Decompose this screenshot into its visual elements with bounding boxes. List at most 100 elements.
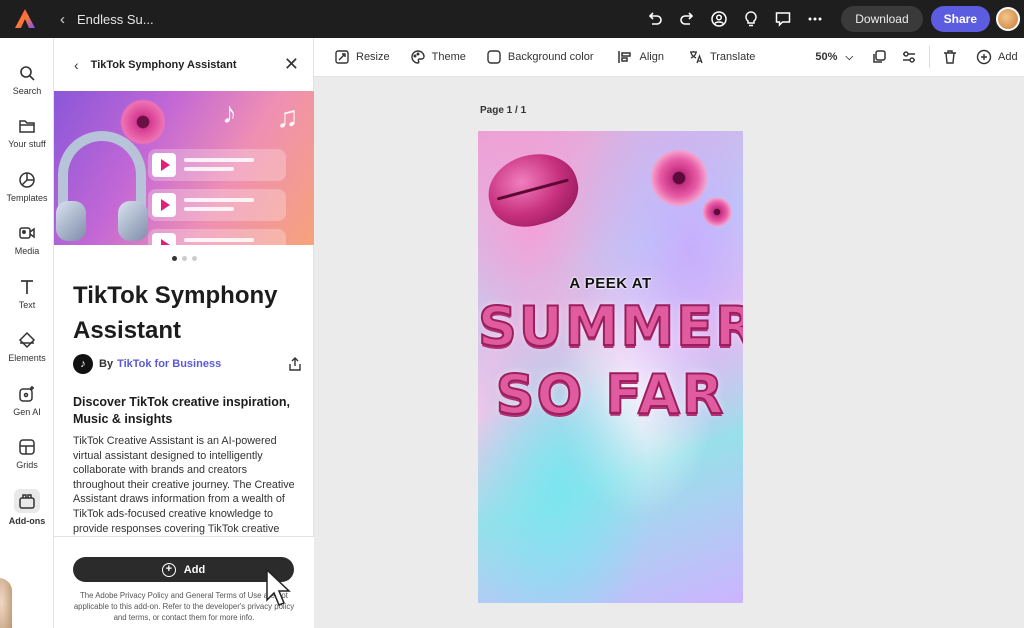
avatar[interactable] xyxy=(996,7,1020,31)
panel-title: TikTok Symphony Assistant xyxy=(90,58,237,71)
flower-graphic xyxy=(116,95,170,149)
add-label: Add xyxy=(998,51,1018,63)
description-heading: Discover TikTok creative inspiration, Mu… xyxy=(73,395,290,426)
by-label: By xyxy=(99,358,114,370)
plus-circle-icon xyxy=(976,49,992,65)
zoom-value: 50% xyxy=(815,51,838,63)
carousel-dot[interactable] xyxy=(181,256,187,261)
rail-label: Media xyxy=(14,246,40,256)
rail-label: Add-ons xyxy=(8,516,46,526)
undo-icon[interactable] xyxy=(639,3,671,35)
rail-label: Gen AI xyxy=(13,407,41,417)
align-icon xyxy=(618,51,632,63)
close-icon[interactable]: ✕ xyxy=(284,54,299,75)
comment-icon[interactable] xyxy=(767,3,799,35)
flower-sticker[interactable] xyxy=(646,145,712,211)
grids-icon xyxy=(19,439,35,455)
headline-so-far[interactable]: SO FAR xyxy=(478,362,743,427)
add-on-panel: ‹ TikTok Symphony Assistant ✕ ♪ ♫ TikTok… xyxy=(54,38,314,628)
theme-label: Theme xyxy=(431,51,466,63)
rail-item-templates[interactable]: Templates xyxy=(0,171,54,203)
rail-item-add-ons[interactable]: Add-ons xyxy=(0,489,54,526)
rail-item-gen-ai[interactable]: Gen AI xyxy=(0,385,54,417)
headline-small[interactable]: A PEEK AT xyxy=(478,275,743,292)
rail-item-search[interactable]: Search xyxy=(0,64,54,96)
adobe-express-logo[interactable] xyxy=(12,6,38,32)
search-icon xyxy=(20,66,35,81)
theme-button[interactable]: Theme xyxy=(410,38,466,77)
sliders-icon xyxy=(903,51,916,63)
share-icon[interactable] xyxy=(287,356,303,372)
resize-label: Resize xyxy=(356,51,390,63)
align-label: Align xyxy=(639,51,664,63)
palette-icon xyxy=(410,50,425,64)
zoom-dropdown[interactable]: 50% ⌵ xyxy=(815,38,853,77)
character-sticker xyxy=(0,578,12,628)
carousel-dot[interactable] xyxy=(171,256,177,261)
design-page[interactable]: A PEEK AT SUMMER SO FAR xyxy=(478,131,743,603)
color-swatch-icon xyxy=(487,50,501,64)
left-rail: Search Your stuff Templates Media Text E… xyxy=(0,38,54,628)
text-icon xyxy=(21,280,33,294)
duplicate-button[interactable] xyxy=(871,38,893,77)
templates-icon xyxy=(19,172,35,188)
translate-label: Translate xyxy=(709,51,756,63)
add-button-label: Add xyxy=(183,563,206,576)
hero-card xyxy=(148,229,286,245)
layers-settings-button[interactable] xyxy=(901,38,923,77)
tiktok-logo-icon: ♪ xyxy=(73,354,93,374)
toolbar-divider xyxy=(929,46,931,68)
flower-sticker-small[interactable] xyxy=(700,195,734,229)
rail-item-elements[interactable]: Elements xyxy=(0,331,54,363)
more-options-icon[interactable] xyxy=(799,3,831,35)
rail-label: Templates xyxy=(6,193,48,203)
trash-icon xyxy=(944,50,957,64)
hero-card xyxy=(148,189,286,221)
share-button[interactable]: Share xyxy=(930,6,990,32)
add-page-button[interactable]: Add xyxy=(976,38,1018,77)
chevron-left-icon[interactable]: ‹ xyxy=(74,57,79,73)
top-bar: ‹ Endless Su... Download Share xyxy=(0,0,1024,38)
carousel-dot[interactable] xyxy=(191,256,197,261)
canvas-area: Page 1 / 1 A PEEK AT SUMMER SO FAR xyxy=(314,77,1024,628)
align-button[interactable]: Align xyxy=(617,38,664,77)
rail-item-grids[interactable]: Grids xyxy=(0,438,54,470)
description-body: TikTok Creative Assistant is an AI-power… xyxy=(73,435,295,535)
background-color-button[interactable]: Background color xyxy=(486,38,594,77)
translate-icon xyxy=(689,51,703,64)
gen-ai-icon xyxy=(19,386,34,402)
chevron-down-icon: ⌵ xyxy=(845,51,854,63)
translate-button[interactable]: Translate xyxy=(688,38,755,77)
headphones-cup xyxy=(56,201,86,241)
rail-label: Search xyxy=(12,86,42,96)
folder-icon xyxy=(19,120,35,133)
lips-sticker[interactable] xyxy=(480,144,586,236)
back-arrow-icon[interactable]: ‹ xyxy=(60,11,65,28)
redo-icon[interactable] xyxy=(671,3,703,35)
add-on-title: TikTok Symphony Assistant xyxy=(73,282,278,344)
duplicate-icon xyxy=(873,50,886,63)
lightbulb-icon[interactable] xyxy=(735,3,767,35)
add-button[interactable]: + Add xyxy=(73,557,294,582)
rail-item-media[interactable]: Media xyxy=(0,224,54,256)
background-color-label: Background color xyxy=(507,51,594,63)
publisher-link[interactable]: TikTok for Business xyxy=(117,358,221,370)
top-actions: Download Share xyxy=(639,0,1020,38)
rail-label: Text xyxy=(18,300,36,310)
rail-label: Grids xyxy=(16,460,38,470)
carousel-dots xyxy=(54,256,314,261)
download-button[interactable]: Download xyxy=(841,6,923,32)
publisher-row: ♪ By TikTok for Business xyxy=(73,353,303,375)
add-collaborator-icon[interactable] xyxy=(703,3,735,35)
resize-button[interactable]: Resize xyxy=(334,38,390,77)
document-title[interactable]: Endless Su... xyxy=(77,12,154,27)
delete-button[interactable] xyxy=(942,38,964,77)
page-indicator: Page 1 / 1 xyxy=(480,105,527,116)
music-note-icon: ♫ xyxy=(276,101,299,134)
elements-icon xyxy=(18,331,36,349)
rail-item-your-stuff[interactable]: Your stuff xyxy=(0,117,54,149)
headline-summer[interactable]: SUMMER xyxy=(478,294,743,359)
hero-card xyxy=(148,149,286,181)
canvas-toolbar: Resize Theme Background color Align Tran… xyxy=(314,38,1024,77)
rail-item-text[interactable]: Text xyxy=(0,278,54,310)
